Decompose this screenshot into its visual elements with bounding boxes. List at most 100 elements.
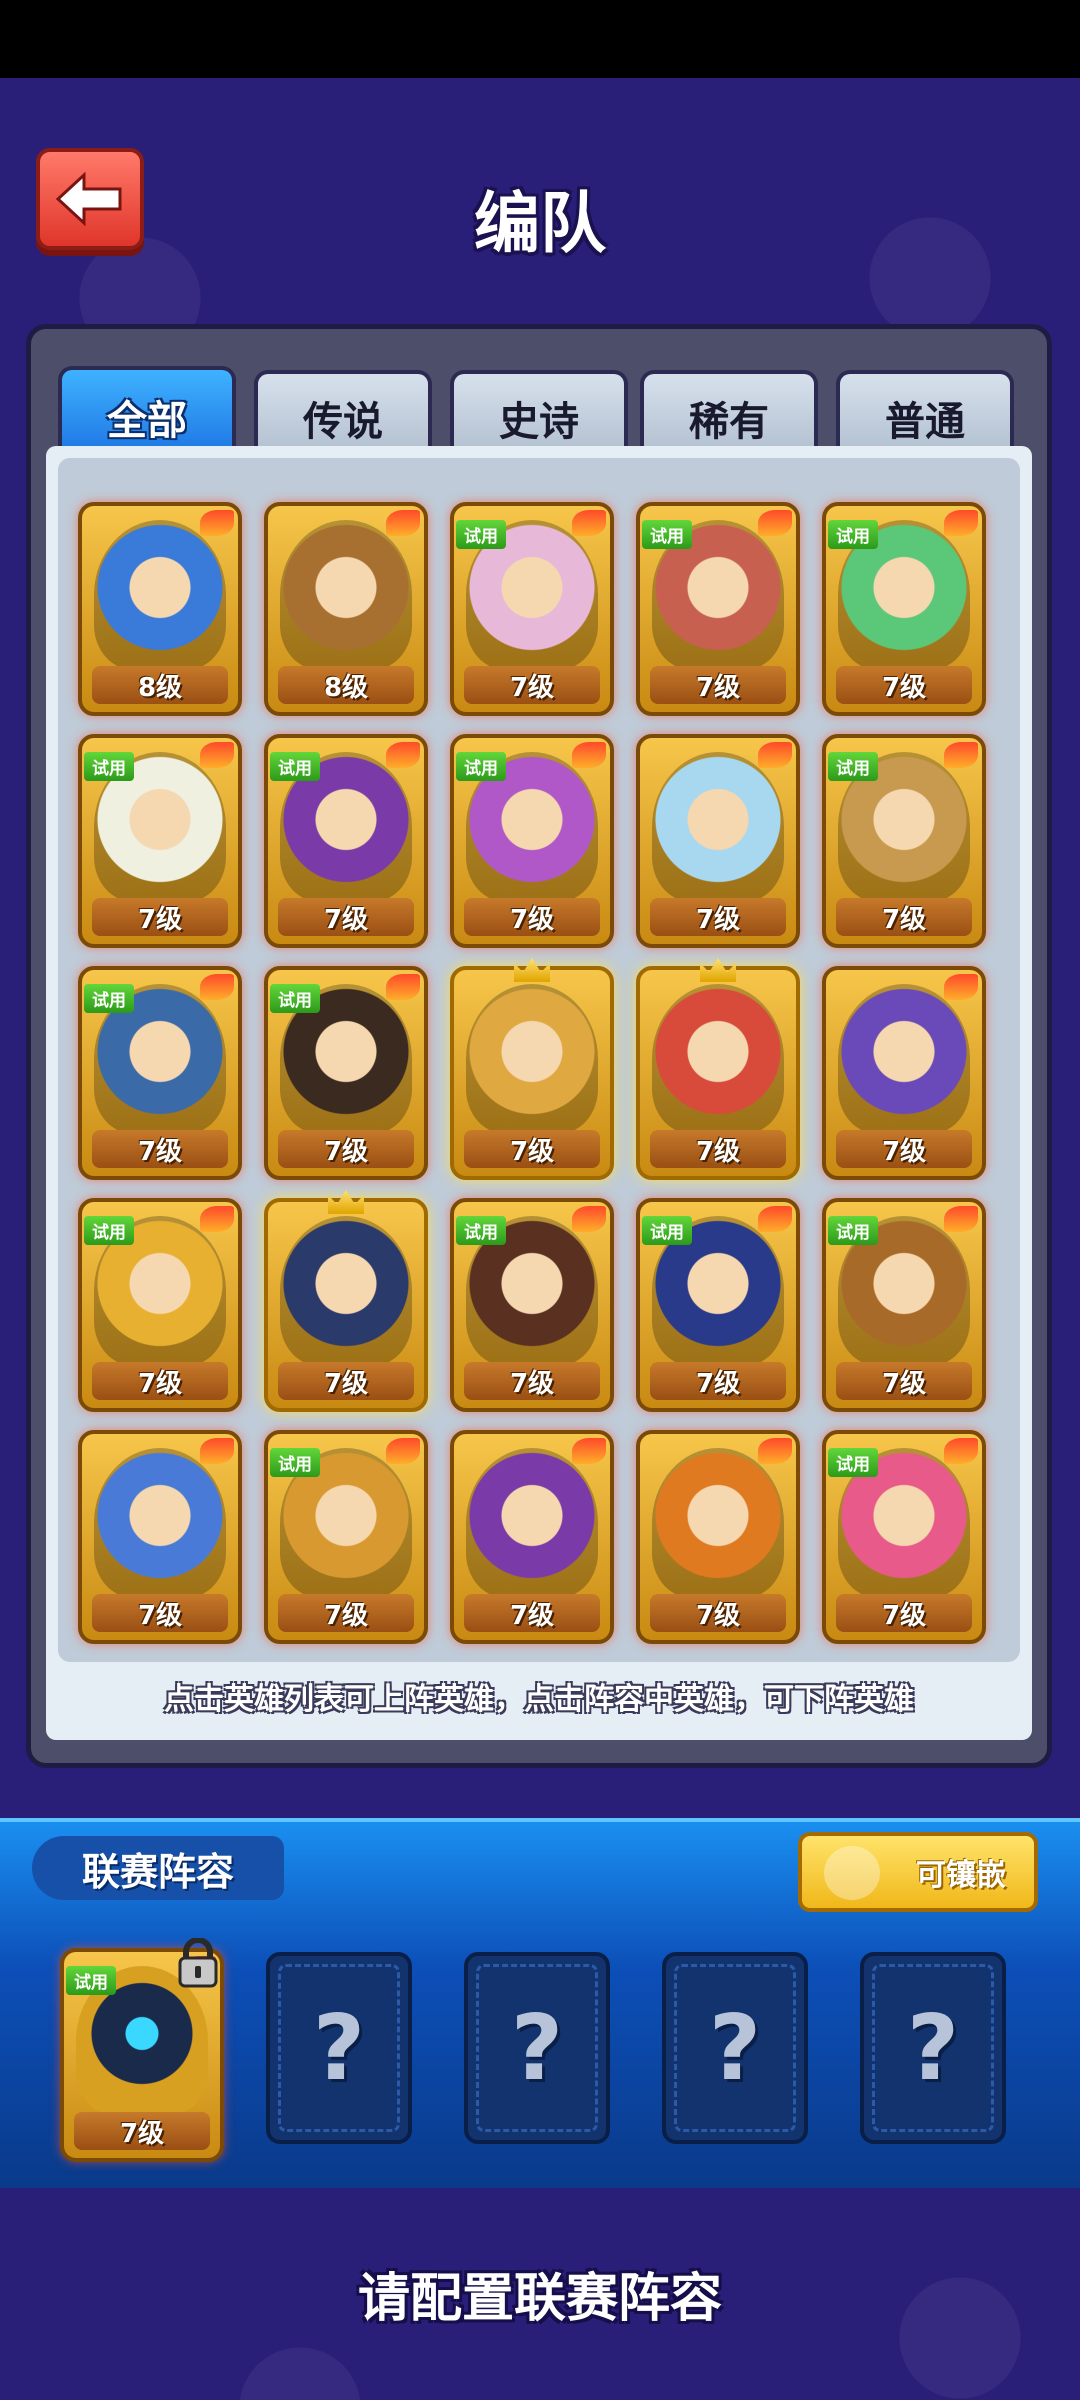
hero-level: 7级: [278, 898, 414, 936]
crown-icon: [700, 958, 736, 982]
status-bar: [0, 0, 1080, 78]
hero-level: 7级: [464, 1130, 600, 1168]
trial-badge: 试用: [642, 520, 692, 549]
trial-badge: 试用: [84, 984, 134, 1013]
hero-card[interactable]: 试用 7级: [450, 734, 614, 948]
rank-gem-icon: [386, 742, 420, 768]
hero-portrait: [280, 520, 412, 670]
hero-level: 7级: [650, 898, 786, 936]
hero-level: 7级: [650, 1130, 786, 1168]
rank-gem-icon: [386, 1438, 420, 1464]
hero-level: 7级: [836, 666, 972, 704]
rank-gem-icon: [758, 510, 792, 536]
page-title: 编队: [474, 185, 606, 262]
rank-gem-icon: [758, 1438, 792, 1464]
hero-card[interactable]: 7级: [636, 734, 800, 948]
hero-level: 7级: [278, 1130, 414, 1168]
hero-portrait: [466, 1448, 598, 1598]
hero-card[interactable]: 试用 7级: [636, 1198, 800, 1412]
hero-card[interactable]: 8级: [78, 502, 242, 716]
hero-card[interactable]: 7级: [264, 1190, 428, 1412]
trial-badge: 试用: [66, 1966, 116, 1995]
hero-card[interactable]: 试用 7级: [264, 734, 428, 948]
hero-level: 7级: [74, 2112, 210, 2150]
hero-card[interactable]: 7级: [450, 958, 614, 1180]
hero-portrait: [652, 752, 784, 902]
hero-card[interactable]: 7级: [450, 1430, 614, 1644]
hero-level: 7级: [464, 898, 600, 936]
embed-button[interactable]: 可镶嵌: [798, 1832, 1038, 1912]
rank-gem-icon: [386, 510, 420, 536]
bottom-prompt: 请配置联赛阵容: [357, 2269, 722, 2329]
hero-portrait: [280, 1216, 412, 1366]
hero-level: 7级: [278, 1594, 414, 1632]
hero-level: 7级: [92, 1594, 228, 1632]
rank-gem-icon: [200, 1206, 234, 1232]
trial-badge: 试用: [456, 520, 506, 549]
hero-level: 7级: [278, 1362, 414, 1400]
hero-level: 7级: [836, 1362, 972, 1400]
rank-gem-icon: [758, 742, 792, 768]
hero-card[interactable]: 试用 7级: [822, 1430, 986, 1644]
trial-badge: 试用: [456, 752, 506, 781]
hint-text: 点击英雄列表可上阵英雄，点击阵容中英雄，可下阵英雄: [164, 1682, 914, 1717]
hero-card[interactable]: 试用 7级: [78, 734, 242, 948]
empty-lineup-slot[interactable]: ?: [266, 1952, 412, 2144]
trial-badge: 试用: [270, 1448, 320, 1477]
trial-badge: 试用: [642, 1216, 692, 1245]
hero-grid: 8级 8级 试用 7级 试用 7级 试用 7级 试用 7级 试用 7级 试用 7级 7级 试用 7级 试用 7级 试用…: [58, 458, 1020, 1662]
hero-level: 7级: [464, 1594, 600, 1632]
hero-portrait: [94, 520, 226, 670]
hero-level: 7级: [92, 898, 228, 936]
hero-level: 8级: [92, 666, 228, 704]
empty-lineup-slot[interactable]: ?: [662, 1952, 808, 2144]
rank-gem-icon: [200, 974, 234, 1000]
hero-card[interactable]: 试用 7级: [636, 502, 800, 716]
trial-badge: 试用: [828, 1448, 878, 1477]
rank-gem-icon: [200, 1438, 234, 1464]
lock-icon: [178, 1938, 218, 1988]
hero-level: 7级: [650, 666, 786, 704]
hero-card[interactable]: 试用 7级: [822, 734, 986, 948]
crown-icon: [328, 1190, 364, 1214]
hero-card[interactable]: 7级: [78, 1430, 242, 1644]
hero-portrait: [466, 984, 598, 1134]
rank-gem-icon: [944, 1206, 978, 1232]
trial-badge: 试用: [84, 752, 134, 781]
rank-gem-icon: [758, 1206, 792, 1232]
hero-level: 7级: [836, 1130, 972, 1168]
hero-card[interactable]: 7级: [822, 966, 986, 1180]
rank-gem-icon: [944, 510, 978, 536]
rank-gem-icon: [200, 510, 234, 536]
hero-card[interactable]: 8级: [264, 502, 428, 716]
hero-level: 7级: [464, 666, 600, 704]
hero-card[interactable]: 试用 7级: [264, 1430, 428, 1644]
hero-level: 7级: [650, 1362, 786, 1400]
trial-badge: 试用: [828, 520, 878, 549]
hero-card[interactable]: 7级: [636, 958, 800, 1180]
hero-level: 7级: [836, 898, 972, 936]
empty-lineup-slot[interactable]: ?: [860, 1952, 1006, 2144]
hero-card[interactable]: 试用 7级: [78, 966, 242, 1180]
empty-lineup-slot[interactable]: ?: [464, 1952, 610, 2144]
hero-level: 7级: [464, 1362, 600, 1400]
hero-level: 7级: [92, 1130, 228, 1168]
hero-card[interactable]: 试用 7级: [822, 502, 986, 716]
rank-gem-icon: [572, 742, 606, 768]
hero-level: 7级: [650, 1594, 786, 1632]
crown-icon: [514, 958, 550, 982]
rank-gem-icon: [572, 1206, 606, 1232]
hero-card[interactable]: 试用 7级: [822, 1198, 986, 1412]
trial-badge: 试用: [828, 1216, 878, 1245]
rank-gem-icon: [200, 742, 234, 768]
hero-card[interactable]: 7级: [636, 1430, 800, 1644]
rank-gem-icon: [386, 974, 420, 1000]
hero-card[interactable]: 试用 7级: [450, 502, 614, 716]
hero-level: 7级: [92, 1362, 228, 1400]
hero-card[interactable]: 试用 7级: [450, 1198, 614, 1412]
hero-card[interactable]: 试用 7级: [78, 1198, 242, 1412]
rank-gem-icon: [944, 974, 978, 1000]
trial-badge: 试用: [270, 752, 320, 781]
hero-card[interactable]: 试用 7级: [264, 966, 428, 1180]
hero-portrait: [94, 1448, 226, 1598]
